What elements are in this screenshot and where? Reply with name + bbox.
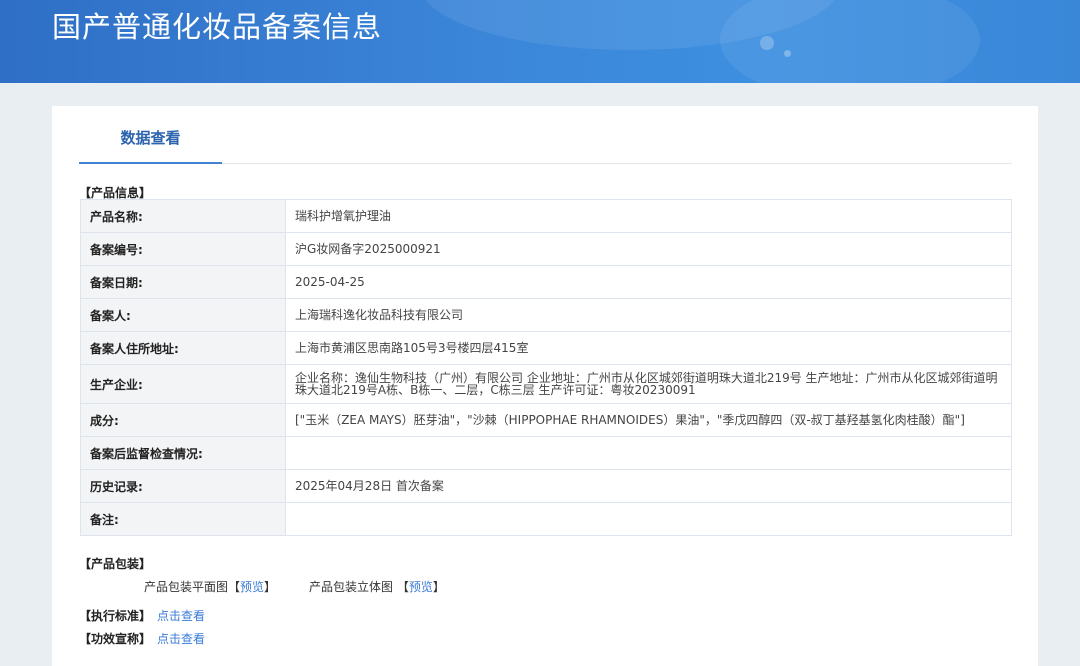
table-row: 备案人住所地址: 上海市黄浦区思南路105号3号楼四层415室 — [80, 331, 1012, 365]
table-row: 生产企业: 企业名称：逸仙生物科技（广州）有限公司 企业地址：广州市从化区城郊街… — [80, 364, 1012, 404]
packaging-section-title: 【产品包装】 — [79, 557, 152, 571]
solid-preview-link[interactable]: 预览 — [409, 580, 433, 594]
page-title: 国产普通化妆品备案信息 — [52, 10, 383, 44]
row-label: 备案人: — [80, 298, 286, 332]
table-row: 成分: ["玉米（ZEA MAYS）胚芽油"，"沙棘（HIPPOPHAE RHA… — [80, 403, 1012, 437]
packaging-flat-close: 】 — [264, 580, 277, 594]
row-value: 瑞科护增氧护理油 — [285, 199, 1012, 233]
row-label: 历史记录: — [80, 469, 286, 503]
row-label: 备案日期: — [80, 265, 286, 299]
efficacy-label: 【功效宣称】 — [79, 632, 152, 646]
table-row: 产品名称: 瑞科护增氧护理油 — [80, 199, 1012, 233]
table-row: 备注: — [80, 502, 1012, 536]
row-value: 企业名称：逸仙生物科技（广州）有限公司 企业地址：广州市从化区城郊街道明珠大道北… — [285, 364, 1012, 404]
table-row: 历史记录: 2025年04月28日 首次备案 — [80, 469, 1012, 503]
row-value: ["玉米（ZEA MAYS）胚芽油"，"沙棘（HIPPOPHAE RHAMNOI… — [285, 403, 1012, 437]
row-label: 备案后监督检查情况: — [80, 436, 286, 470]
standard-label: 【执行标准】 — [79, 609, 152, 623]
efficacy-line: 【功效宣称】 点击查看 — [79, 630, 205, 647]
standard-line: 【执行标准】 点击查看 — [79, 607, 205, 624]
table-row: 备案编号: 沪G妆网备字2025000921 — [80, 232, 1012, 266]
header-banner: 国产普通化妆品备案信息 — [0, 0, 1080, 83]
packaging-flat-label: 产品包装平面图【 — [144, 580, 241, 594]
row-label: 备案人住所地址: — [80, 331, 286, 365]
packaging-solid-label: 产品包装立体图 【 — [309, 580, 409, 594]
product-info-table: 产品名称: 瑞科护增氧护理油 备案编号: 沪G妆网备字2025000921 备案… — [80, 199, 1012, 536]
flat-preview-link[interactable]: 预览 — [240, 580, 264, 594]
row-value — [285, 436, 1012, 470]
row-label: 产品名称: — [80, 199, 286, 233]
packaging-solid-item: 产品包装立体图 【预览】 — [309, 578, 445, 595]
banner-decoration — [784, 50, 791, 57]
row-value: 沪G妆网备字2025000921 — [285, 232, 1012, 266]
row-value: 2025-04-25 — [285, 265, 1012, 299]
row-value — [285, 502, 1012, 536]
tab-bar: 数据查看 — [79, 124, 1012, 164]
standard-view-link[interactable]: 点击查看 — [157, 609, 205, 623]
table-row: 备案日期: 2025-04-25 — [80, 265, 1012, 299]
row-value: 上海市黄浦区思南路105号3号楼四层415室 — [285, 331, 1012, 365]
packaging-solid-close: 】 — [432, 580, 445, 594]
content-card: 数据查看 【产品信息】 产品名称: 瑞科护增氧护理油 备案编号: 沪G妆网备字2… — [52, 106, 1038, 666]
row-label: 备案编号: — [80, 232, 286, 266]
row-value: 2025年04月28日 首次备案 — [285, 469, 1012, 503]
row-value: 上海瑞科逸化妆品科技有限公司 — [285, 298, 1012, 332]
banner-decoration — [760, 36, 774, 50]
efficacy-view-link[interactable]: 点击查看 — [157, 632, 205, 646]
row-label: 成分: — [80, 403, 286, 437]
row-label: 备注: — [80, 502, 286, 536]
banner-decoration — [720, 0, 980, 83]
row-label: 生产企业: — [80, 364, 286, 404]
packaging-flat-item: 产品包装平面图【预览】 — [144, 578, 276, 595]
table-row: 备案人: 上海瑞科逸化妆品科技有限公司 — [80, 298, 1012, 332]
table-row: 备案后监督检查情况: — [80, 436, 1012, 470]
tab-data-view[interactable]: 数据查看 — [79, 124, 222, 164]
